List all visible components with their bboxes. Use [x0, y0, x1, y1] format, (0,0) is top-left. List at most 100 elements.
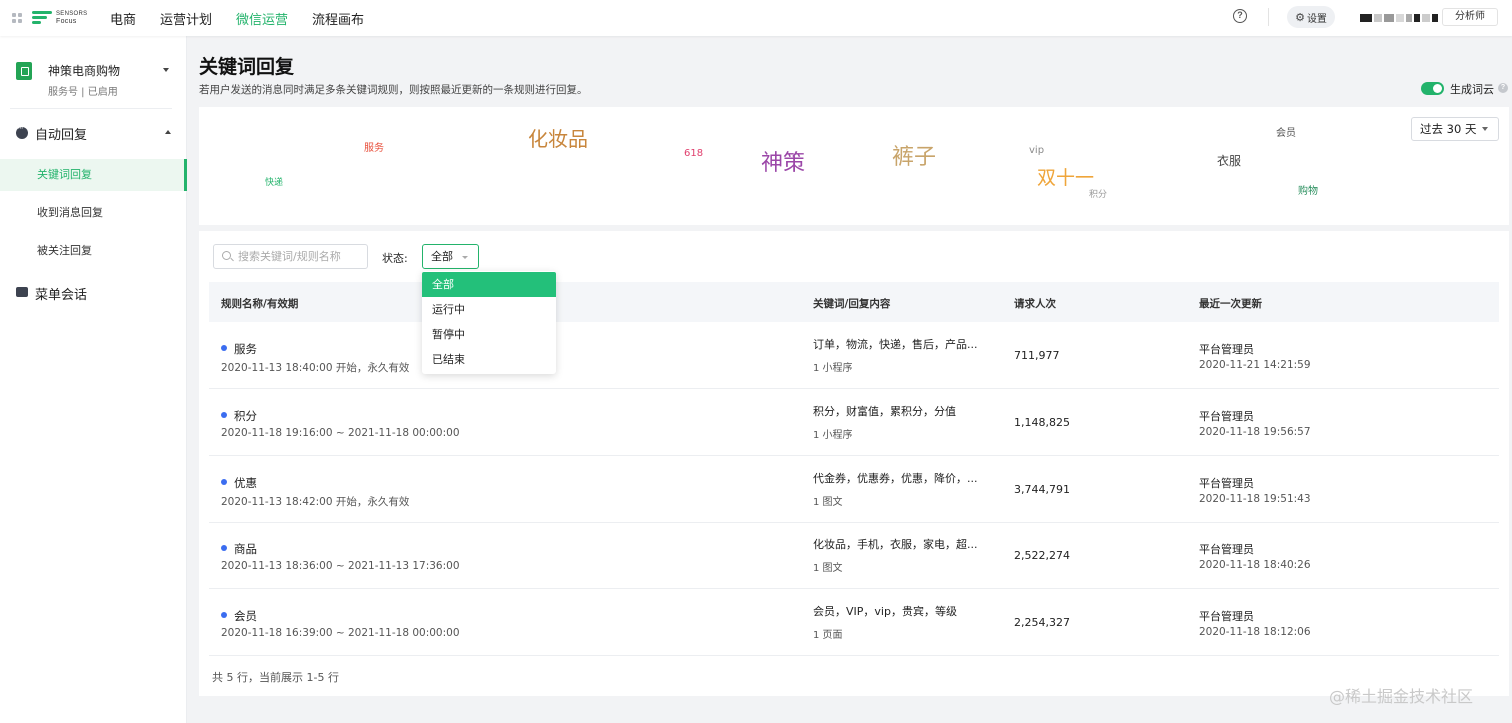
rule-reply-type: 1 页面	[813, 630, 843, 641]
pagination-info: 共 5 行，当前展示 1-5 行	[212, 671, 339, 684]
rule-name[interactable]: 服务	[234, 341, 257, 357]
table-row[interactable]: 服务 2020-11-13 18:40:00 开始，永久有效 订单，物流，快递，…	[209, 322, 1499, 389]
search-placeholder: 搜索关键词/规则名称	[238, 250, 341, 263]
nav-item-wechat-ops[interactable]: 微信运营	[236, 9, 288, 28]
word-shence: 神策	[761, 151, 806, 176]
status-option-paused[interactable]: 暂停中	[422, 322, 556, 347]
status-dot	[221, 545, 227, 551]
nav-divider	[1268, 8, 1269, 26]
logo-line2: Focus	[56, 18, 77, 25]
status-dropdown-menu: 全部 运行中 暂停中 已结束	[422, 271, 556, 374]
word-jifen: 积分	[1089, 190, 1108, 200]
nav-item-flow-canvas[interactable]: 流程画布	[312, 9, 364, 28]
status-option-running[interactable]: 运行中	[422, 297, 556, 322]
rule-request-count: 711,977	[1014, 349, 1060, 362]
rule-validity: 2020-11-18 16:39:00 ~ 2021-11-18 00:00:0…	[221, 627, 460, 639]
sidebar-divider	[10, 108, 172, 109]
column-header-requests[interactable]: 请求人次	[1014, 296, 1056, 311]
rule-keywords: 化妆品，手机，衣服，家电，超...	[813, 538, 978, 551]
settings-button[interactable]: ⚙ 设置	[1287, 6, 1335, 28]
rule-keywords: 代金券，优惠券，优惠，降价，...	[813, 472, 978, 485]
status-dot	[221, 345, 227, 351]
rule-validity: 2020-11-13 18:42:00 开始，永久有效	[221, 496, 410, 508]
sidebar-group-auto-reply[interactable]: 自动回复	[16, 124, 176, 144]
role-button[interactable]: 分析师	[1442, 8, 1498, 26]
rule-validity: 2020-11-18 19:16:00 ~ 2021-11-18 00:00:0…	[221, 427, 460, 439]
rule-request-count: 3,744,791	[1014, 483, 1070, 496]
wordcloud-toggle[interactable]	[1421, 82, 1444, 95]
rule-validity: 2020-11-13 18:36:00 ~ 2021-11-13 17:36:0…	[221, 560, 460, 572]
page-description: 若用户发送的消息同时满足多条关键词规则，则按照最近更新的一条规则进行回复。	[199, 84, 588, 96]
app-grid-icon[interactable]	[12, 13, 22, 23]
column-header-keywords[interactable]: 关键词/回复内容	[813, 296, 890, 311]
watermark: @稀土掘金技术社区	[1329, 687, 1474, 706]
rule-updated-time: 2020-11-18 18:12:06	[1199, 626, 1311, 638]
page-title: 关键词回复	[199, 56, 295, 78]
rule-keywords: 会员，VIP，vip，贵宾，等级	[813, 605, 957, 618]
table-header: 规则名称/有效期 关键词/回复内容 请求人次 最近一次更新	[209, 282, 1499, 322]
sidebar-item-follow-reply[interactable]: 被关注回复	[0, 235, 187, 267]
status-dot	[221, 612, 227, 618]
sidebar-item-message-reply[interactable]: 收到消息回复	[0, 197, 187, 229]
sidebar: 神策电商购物 服务号 | 已启用 自动回复 关键词回复 收到消息回复 被关注回复…	[0, 36, 187, 723]
shop-bag-icon	[16, 62, 32, 80]
rule-reply-type: 1 小程序	[813, 430, 853, 441]
rule-reply-type: 1 图文	[813, 563, 843, 574]
top-nav: SENSORS Focus 电商 运营计划 微信运营 流程画布 ? ⚙ 设置 分…	[0, 0, 1512, 36]
sidebar-item-menu-session[interactable]: 菜单会话	[16, 284, 176, 304]
word-yifu: 衣服	[1217, 154, 1242, 168]
table-row[interactable]: 会员 2020-11-18 16:39:00 ~ 2021-11-18 00:0…	[209, 589, 1499, 656]
rule-reply-type: 1 图文	[813, 497, 843, 508]
word-kuzi: 裤子	[892, 145, 937, 170]
word-fuwu: 服务	[364, 143, 384, 154]
status-dot	[221, 412, 227, 418]
table-row[interactable]: 商品 2020-11-13 18:36:00 ~ 2021-11-13 17:3…	[209, 522, 1499, 589]
column-header-updated[interactable]: 最近一次更新	[1199, 296, 1262, 311]
info-icon[interactable]: ?	[1498, 83, 1508, 93]
word-vip: vip	[1029, 145, 1045, 156]
rule-name[interactable]: 会员	[234, 608, 257, 624]
search-icon	[222, 251, 231, 260]
sidebar-item-keyword-reply[interactable]: 关键词回复	[0, 159, 187, 191]
nav-item-ecommerce[interactable]: 电商	[110, 9, 136, 28]
search-input[interactable]: 搜索关键词/规则名称	[213, 244, 368, 269]
word-kuaidi: 快递	[265, 178, 284, 188]
rule-request-count: 2,254,327	[1014, 616, 1070, 629]
rule-updated-time: 2020-11-21 14:21:59	[1199, 359, 1311, 371]
rule-updated-by: 平台管理员	[1199, 410, 1254, 423]
table-row[interactable]: 优惠 2020-11-13 18:42:00 开始，永久有效 代金券，优惠券，优…	[209, 456, 1499, 523]
status-dot	[221, 479, 227, 485]
status-option-all[interactable]: 全部	[422, 272, 556, 297]
account-status: 服务号 | 已启用	[48, 87, 118, 98]
rule-name[interactable]: 积分	[234, 408, 257, 424]
sidebar-group-label: 自动回复	[35, 128, 88, 143]
table-row[interactable]: 积分 2020-11-18 19:16:00 ~ 2021-11-18 00:0…	[209, 389, 1499, 456]
rule-updated-by: 平台管理员	[1199, 343, 1254, 356]
word-huiyuan: 会员	[1276, 128, 1296, 139]
word-gouwu: 购物	[1298, 186, 1318, 197]
rule-name[interactable]: 商品	[234, 541, 257, 557]
user-avatar-redacted[interactable]	[1360, 14, 1438, 22]
message-icon	[16, 287, 28, 297]
rule-request-count: 2,522,274	[1014, 549, 1070, 562]
sidebar-item-label: 菜单会话	[35, 288, 88, 303]
account-switcher[interactable]: 神策电商购物 服务号 | 已启用	[16, 60, 176, 100]
rule-name[interactable]: 优惠	[234, 475, 257, 491]
rule-reply-type: 1 小程序	[813, 363, 853, 374]
chevron-down-icon	[163, 68, 169, 72]
help-icon[interactable]: ?	[1233, 9, 1247, 23]
wordcloud-toggle-label: 生成词云	[1450, 83, 1494, 96]
rule-updated-by: 平台管理员	[1199, 543, 1254, 556]
column-header-name[interactable]: 规则名称/有效期	[221, 296, 298, 311]
logo[interactable]: SENSORS Focus	[32, 11, 98, 25]
logo-line1: SENSORS	[56, 11, 88, 17]
word-huazhuangpin: 化妆品	[528, 127, 588, 151]
status-filter-label: 状态:	[382, 252, 408, 265]
rule-validity: 2020-11-13 18:40:00 开始，永久有效	[221, 362, 410, 374]
nav-item-ops-plan[interactable]: 运营计划	[160, 9, 212, 28]
period-select[interactable]: 过去 30 天	[1411, 117, 1499, 141]
status-option-ended[interactable]: 已结束	[422, 347, 556, 372]
status-select[interactable]: 全部	[422, 244, 479, 269]
word-shuangshiyi: 双十一	[1037, 167, 1095, 189]
rule-updated-time: 2020-11-18 19:51:43	[1199, 493, 1311, 505]
